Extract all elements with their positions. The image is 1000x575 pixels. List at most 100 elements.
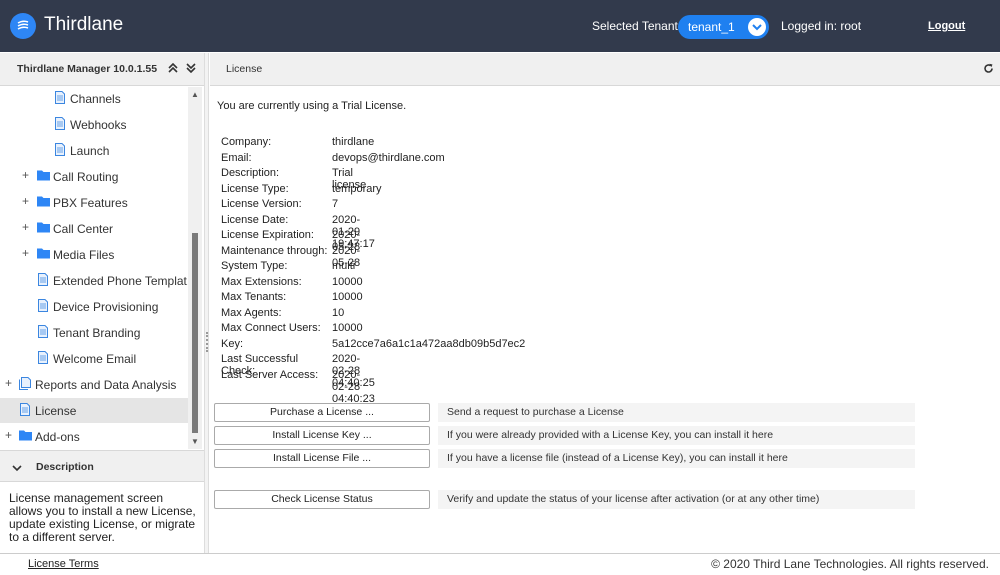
info-key: Email:: [221, 151, 252, 164]
tree-item-device-provisioning[interactable]: Device Provisioning: [0, 296, 188, 318]
document-icon: [38, 351, 48, 367]
tree-item-label: PBX Features: [53, 196, 128, 210]
tree-item-extended-phone-templates[interactable]: Extended Phone Templat...: [0, 270, 188, 292]
tree-item-label: Webhooks: [70, 118, 127, 132]
document-icon: [20, 403, 30, 419]
splitter-grip-icon[interactable]: [206, 332, 208, 352]
panel-splitter[interactable]: [204, 53, 209, 553]
tree-item-label: Add-ons: [35, 430, 80, 444]
tree-item-label: Reports and Data Analysis: [35, 378, 177, 392]
check-license-status-button[interactable]: Check License Status: [214, 490, 430, 509]
tree-item-welcome-email[interactable]: Welcome Email: [0, 348, 188, 370]
brand-name: Thirdlane: [44, 14, 124, 35]
expand-all-icon[interactable]: [186, 63, 196, 76]
tree-item-launch[interactable]: Launch: [0, 140, 188, 162]
tree-item-webhooks[interactable]: Webhooks: [0, 114, 188, 136]
manager-version-title: Thirdlane Manager 10.0.1.55: [17, 63, 158, 75]
chevron-down-icon[interactable]: [748, 18, 766, 36]
info-key: Maintenance through:: [221, 244, 328, 257]
logout-link[interactable]: Logout: [928, 20, 965, 32]
document-icon: [55, 91, 65, 107]
document-icon: [55, 117, 65, 133]
info-key: Company:: [221, 136, 272, 148]
expand-plus-icon[interactable]: +: [22, 168, 29, 182]
document-icon: [55, 143, 65, 159]
info-value: thirdlane: [332, 136, 375, 148]
info-value: 2020-02-28 04:40:23: [332, 368, 375, 405]
documents-icon: [19, 377, 31, 393]
refresh-icon[interactable]: [983, 63, 994, 77]
tree-item-pbx-features[interactable]: + PBX Features: [0, 192, 188, 214]
info-key: Description:: [221, 167, 280, 179]
folder-icon: [19, 429, 32, 444]
tree-item-reports[interactable]: + Reports and Data Analysis: [0, 374, 188, 396]
purchase-license-description: Send a request to purchase a License: [438, 403, 915, 422]
tree-item-channels[interactable]: Channels: [0, 88, 188, 110]
check-license-status-description: Verify and update the status of your lic…: [438, 490, 915, 509]
tree-item-tenant-branding[interactable]: Tenant Branding: [0, 322, 188, 344]
footer-divider: [0, 553, 1000, 554]
tree-item-label: Welcome Email: [53, 352, 137, 366]
tenant-select-value: tenant_1: [688, 20, 735, 34]
chevron-down-icon[interactable]: [12, 461, 22, 475]
tree-item-label: License: [35, 404, 77, 418]
scroll-down-arrow-icon[interactable]: ▼: [191, 437, 199, 446]
purchase-license-button[interactable]: Purchase a License ...: [214, 403, 430, 422]
collapse-all-icon[interactable]: [168, 62, 178, 76]
install-license-file-button[interactable]: Install License File ...: [214, 449, 430, 468]
tree-item-license[interactable]: License: [0, 398, 188, 423]
tree-item-call-center[interactable]: + Call Center: [0, 218, 188, 240]
trial-notice: You are currently using a Trial License.: [217, 100, 407, 112]
license-terms-link[interactable]: License Terms: [28, 558, 99, 570]
tree-item-label: Call Routing: [53, 170, 119, 184]
tree-item-label: Launch: [70, 144, 110, 158]
info-key: License Date:: [221, 213, 289, 226]
info-value: 7: [332, 198, 339, 210]
info-key: System Type:: [221, 260, 288, 272]
install-license-file-description: If you have a license file (instead of a…: [438, 449, 915, 468]
info-value: temporary: [332, 182, 382, 195]
expand-plus-icon[interactable]: +: [5, 376, 12, 390]
selected-tenant-label: Selected Tenant :: [592, 19, 685, 33]
scroll-up-arrow-icon[interactable]: ▲: [191, 90, 199, 99]
expand-plus-icon[interactable]: +: [22, 194, 29, 208]
tenant-select[interactable]: tenant_1: [678, 15, 769, 39]
info-key: License Type:: [221, 182, 289, 195]
page-title: License: [226, 63, 263, 75]
tree-item-media-files[interactable]: + Media Files: [0, 244, 188, 266]
expand-plus-icon[interactable]: +: [22, 246, 29, 260]
license-content: You are currently using a Trial License.…: [210, 87, 1000, 553]
tree-item-call-routing[interactable]: + Call Routing: [0, 166, 188, 188]
info-key: License Version:: [221, 198, 302, 210]
top-header: Thirdlane Selected Tenant : tenant_1 Log…: [0, 0, 1000, 52]
scrollbar-thumb[interactable]: [192, 233, 198, 433]
expand-plus-icon[interactable]: +: [5, 428, 12, 442]
tree-scrollbar[interactable]: ▲ ▼: [188, 87, 202, 449]
tree-item-label: Call Center: [53, 222, 114, 236]
expand-plus-icon[interactable]: +: [22, 220, 29, 234]
content-panel-header: License: [210, 53, 1000, 86]
tree-item-label: Tenant Branding: [53, 326, 141, 340]
info-value: devops@thirdlane.com: [332, 151, 445, 164]
tree-item-label: Device Provisioning: [53, 300, 159, 314]
thirdlane-logo-icon: [10, 13, 36, 39]
folder-icon: [37, 195, 50, 210]
info-key: Max Agents:: [221, 306, 282, 319]
install-license-key-button[interactable]: Install License Key ...: [214, 426, 430, 445]
tree-item-label: Channels: [70, 92, 121, 106]
info-value: 10: [332, 306, 345, 319]
description-panel-header[interactable]: Description: [0, 450, 204, 482]
folder-icon: [37, 169, 50, 184]
tree-item-add-ons[interactable]: + Add-ons: [0, 426, 188, 448]
folder-icon: [37, 221, 50, 236]
navigation-tree: Channels Webhooks Launch + Call Routing …: [0, 87, 188, 449]
description-title: Description: [36, 461, 94, 473]
info-value: 10000: [332, 291, 363, 303]
info-key: Last Server Access:: [221, 368, 319, 381]
copyright-text: © 2020 Third Lane Technologies. All righ…: [711, 557, 989, 571]
info-value: multi: [332, 260, 356, 272]
navigation-panel-header: Thirdlane Manager 10.0.1.55: [0, 53, 204, 86]
install-license-key-description: If you were already provided with a Lice…: [438, 426, 915, 445]
info-value: 5a12cce7a6a1c1a472aa8db09b5d7ec2: [332, 337, 526, 350]
tree-item-label: Extended Phone Templat...: [53, 274, 188, 288]
